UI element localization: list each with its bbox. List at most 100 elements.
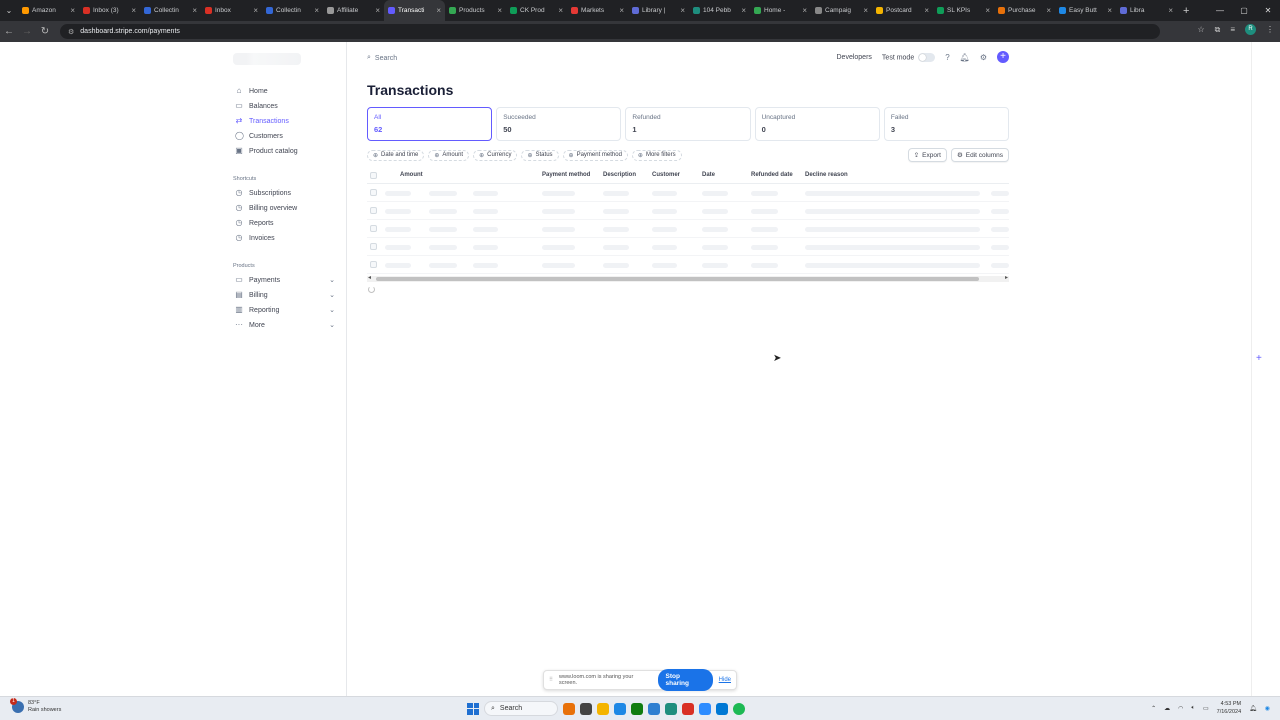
store-app-icon[interactable] xyxy=(614,702,626,715)
sidebar-item-product-catalog[interactable]: ▣ Product catalog xyxy=(235,145,337,157)
sidebar-item-transactions[interactable]: ⇄ Transactions xyxy=(235,115,337,127)
calculator-app-icon[interactable] xyxy=(716,702,728,715)
settings-gear-icon[interactable]: ⚙ xyxy=(980,53,987,62)
browser-tab[interactable]: Collectin × xyxy=(140,0,201,21)
drag-handle-icon[interactable]: ⠿ xyxy=(549,677,553,683)
scrollbar-thumb[interactable] xyxy=(376,277,979,281)
browser-tab[interactable]: Inbox (3) × xyxy=(79,0,140,21)
tab-close-icon[interactable]: × xyxy=(253,6,258,15)
shortcut-invoices[interactable]: ◷ Invoices xyxy=(235,232,337,244)
sidebar-item-balances[interactable]: ▭ Balances xyxy=(235,100,337,112)
row-checkbox[interactable] xyxy=(370,207,377,214)
browser-tab[interactable]: Libra × xyxy=(1116,0,1177,21)
status-card-succeeded[interactable]: Succeeded 50 xyxy=(496,107,622,141)
row-checkbox[interactable] xyxy=(370,189,377,196)
filter-amount[interactable]: ⊕ Amount xyxy=(428,149,470,161)
tab-close-icon[interactable]: × xyxy=(863,6,868,15)
zoom-app-icon[interactable] xyxy=(699,702,711,715)
status-card-failed[interactable]: Failed 3 xyxy=(883,107,1010,141)
column-header-customer[interactable]: Customer xyxy=(652,172,680,178)
tab-close-icon[interactable]: × xyxy=(558,6,563,15)
filter-currency[interactable]: ⊕ Currency xyxy=(473,149,518,161)
tab-close-icon[interactable]: × xyxy=(924,6,929,15)
create-plus-button[interactable]: + xyxy=(997,51,1009,63)
product-reporting[interactable]: ▥ Reporting ⌄ xyxy=(235,304,337,316)
side-panel-plus-icon[interactable]: + xyxy=(1256,353,1262,364)
status-card-all[interactable]: All 62 xyxy=(367,107,493,141)
wifi-icon[interactable]: ◠ xyxy=(1178,705,1183,712)
tab-search-icon[interactable]: ⌄ xyxy=(0,6,18,15)
horizontal-scrollbar[interactable]: ◂ ▸ xyxy=(367,274,1009,282)
export-button[interactable]: ⇪ Export xyxy=(907,148,947,162)
column-header-description[interactable]: Description xyxy=(603,172,636,178)
filter-date-and-time[interactable]: ⊕ Date and time xyxy=(367,149,425,161)
browser-tab[interactable]: Purchase × xyxy=(994,0,1055,21)
scroll-left-icon[interactable]: ◂ xyxy=(368,274,371,281)
new-tab-button[interactable]: + xyxy=(1177,5,1195,17)
minimize-icon[interactable]: — xyxy=(1208,0,1232,21)
filter-payment-method[interactable]: ⊕ Payment method xyxy=(562,149,628,161)
shortcut-billing-overview[interactable]: ◷ Billing overview xyxy=(235,202,337,214)
edit-columns-button[interactable]: ⚙ Edit columns xyxy=(950,148,1009,162)
volume-icon[interactable]: 🔈︎ xyxy=(1191,705,1195,712)
browser-tab[interactable]: Inbox × xyxy=(201,0,262,21)
sidebar-item-home[interactable]: ⌂ Home xyxy=(235,85,337,97)
tab-close-icon[interactable]: × xyxy=(985,6,990,15)
hide-link[interactable]: Hide xyxy=(719,677,731,683)
onedrive-icon[interactable]: ☁ xyxy=(1164,705,1170,712)
clock[interactable]: 4:53 PM 7/16/2024 xyxy=(1217,700,1241,716)
status-card-uncaptured[interactable]: Uncaptured 0 xyxy=(754,107,880,141)
chevron-down-icon[interactable]: ⌄ xyxy=(329,306,335,314)
product-payments[interactable]: ▭ Payments ⌄ xyxy=(235,274,337,286)
browser-tab[interactable]: Transacti × xyxy=(384,0,445,21)
row-checkbox[interactable] xyxy=(370,243,377,250)
browser-tab[interactable]: Amazon × xyxy=(18,0,79,21)
close-window-icon[interactable]: ✕ xyxy=(1256,0,1280,21)
help-icon[interactable]: ? xyxy=(945,53,949,62)
filter-status[interactable]: ⊕ Status xyxy=(521,149,559,161)
tab-close-icon[interactable]: × xyxy=(802,6,807,15)
taskbar-search[interactable]: ⌕ Search xyxy=(484,701,558,716)
account-logo-placeholder[interactable] xyxy=(233,53,301,65)
windows-start-icon[interactable] xyxy=(467,702,479,715)
task-view-icon[interactable] xyxy=(580,702,592,715)
tab-close-icon[interactable]: × xyxy=(497,6,502,15)
profile-avatar[interactable]: R xyxy=(1245,24,1256,35)
back-icon[interactable]: ← xyxy=(0,26,18,37)
app-with-badge-icon[interactable] xyxy=(648,702,660,715)
sidebar-item-customers[interactable]: ◯ Customers xyxy=(235,130,337,142)
xbox-app-icon[interactable] xyxy=(631,702,643,715)
filter-more-filters[interactable]: ⊕ More filters xyxy=(631,149,682,161)
tab-close-icon[interactable]: × xyxy=(375,6,380,15)
notification-center-icon[interactable]: 🔔︎ xyxy=(1249,705,1257,712)
browser-tab[interactable]: Products × xyxy=(445,0,506,21)
column-header-refunded-date[interactable]: Refunded date xyxy=(751,172,793,178)
bookmark-star-icon[interactable]: ☆ xyxy=(1197,25,1204,34)
tray-chevron-icon[interactable]: ⌃ xyxy=(1151,705,1156,712)
spotify-app-icon[interactable] xyxy=(733,702,745,715)
tab-close-icon[interactable]: × xyxy=(70,6,75,15)
tab-close-icon[interactable]: × xyxy=(131,6,136,15)
browser-tab[interactable]: Easy Butt × xyxy=(1055,0,1116,21)
product-billing[interactable]: ▤ Billing ⌄ xyxy=(235,289,337,301)
column-header-payment-method[interactable]: Payment method xyxy=(542,172,590,178)
row-checkbox[interactable] xyxy=(370,225,377,232)
browser-tab[interactable]: Library | × xyxy=(628,0,689,21)
notifications-bell-icon[interactable]: 🔔︎ xyxy=(960,53,970,62)
browser-tab[interactable]: 104 Pebb × xyxy=(689,0,750,21)
extensions-icon[interactable]: ⧉ xyxy=(1215,25,1221,35)
tab-close-icon[interactable]: × xyxy=(619,6,624,15)
shortcut-reports[interactable]: ◷ Reports xyxy=(235,217,337,229)
chevron-down-icon[interactable]: ⌄ xyxy=(329,291,335,299)
select-all-checkbox[interactable] xyxy=(370,172,377,179)
tab-close-icon[interactable]: × xyxy=(314,6,319,15)
address-bar[interactable]: ⚙ dashboard.stripe.com/payments xyxy=(60,24,1160,39)
reload-icon[interactable]: ↻ xyxy=(36,26,54,37)
site-info-icon[interactable]: ⚙ xyxy=(68,28,74,36)
browser-tab[interactable]: CK Prod × xyxy=(506,0,567,21)
chrome-app-icon[interactable] xyxy=(665,702,677,715)
tab-close-icon[interactable]: × xyxy=(1107,6,1112,15)
developers-link[interactable]: Developers xyxy=(837,54,872,61)
status-card-refunded[interactable]: Refunded 1 xyxy=(625,107,751,141)
tab-close-icon[interactable]: × xyxy=(680,6,685,15)
